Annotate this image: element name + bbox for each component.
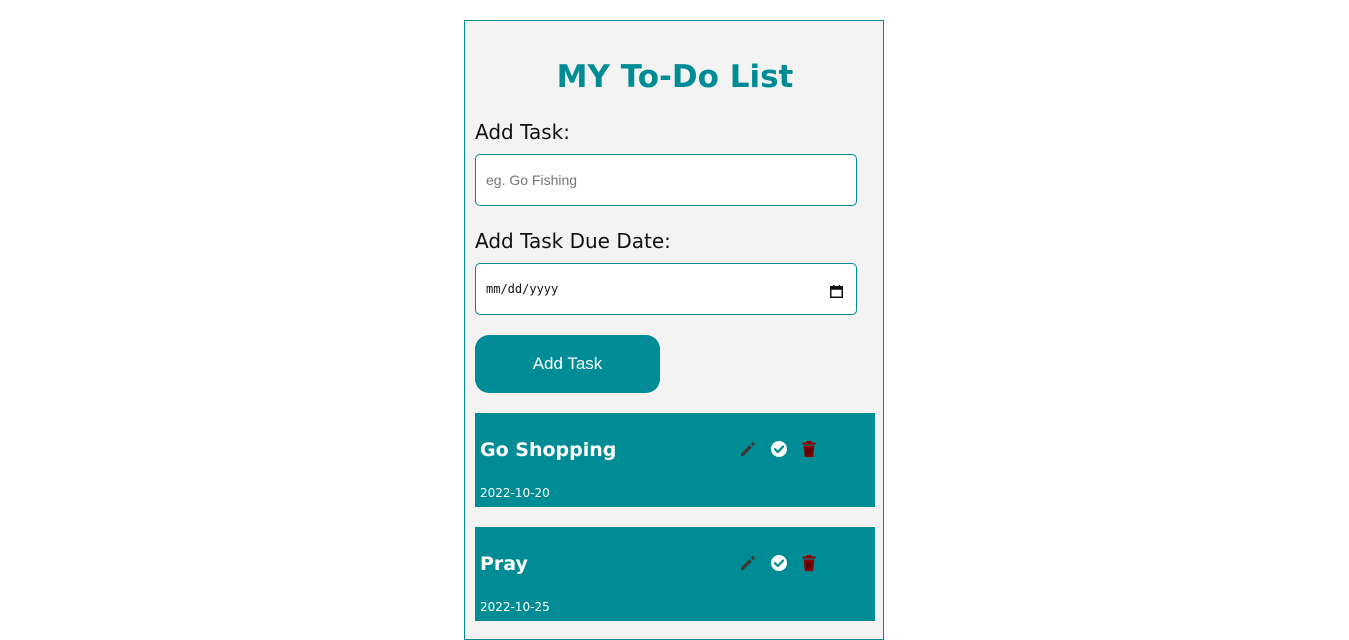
page-title: MY To-Do List xyxy=(556,59,794,95)
calendar-icon[interactable] xyxy=(830,283,843,298)
task-item: Go Shopping 2022-10-20 xyxy=(475,413,875,507)
trash-icon[interactable] xyxy=(799,553,819,573)
check-circle-icon[interactable] xyxy=(769,439,789,459)
todo-panel: MY To-Do List Add Task: Add Task Due Dat… xyxy=(464,20,884,640)
due-date-label: Add Task Due Date: xyxy=(475,229,671,253)
task-input-field[interactable] xyxy=(475,154,857,206)
task-due-date: 2022-10-20 xyxy=(480,486,550,500)
pencil-icon[interactable] xyxy=(738,439,758,459)
task-name: Go Shopping xyxy=(480,439,617,461)
task-item: Pray 2022-10-25 xyxy=(475,527,875,621)
pencil-icon[interactable] xyxy=(738,553,758,573)
check-circle-icon[interactable] xyxy=(769,553,789,573)
trash-icon[interactable] xyxy=(799,439,819,459)
due-date-field[interactable]: mm/dd/yyyy xyxy=(475,263,857,315)
task-due-date: 2022-10-25 xyxy=(480,600,550,614)
add-task-label: Add Task: xyxy=(475,120,570,144)
task-name: Pray xyxy=(480,553,528,575)
task-input[interactable] xyxy=(486,155,816,205)
due-date-input[interactable]: mm/dd/yyyy xyxy=(486,281,558,297)
add-task-button[interactable]: Add Task xyxy=(475,335,660,393)
